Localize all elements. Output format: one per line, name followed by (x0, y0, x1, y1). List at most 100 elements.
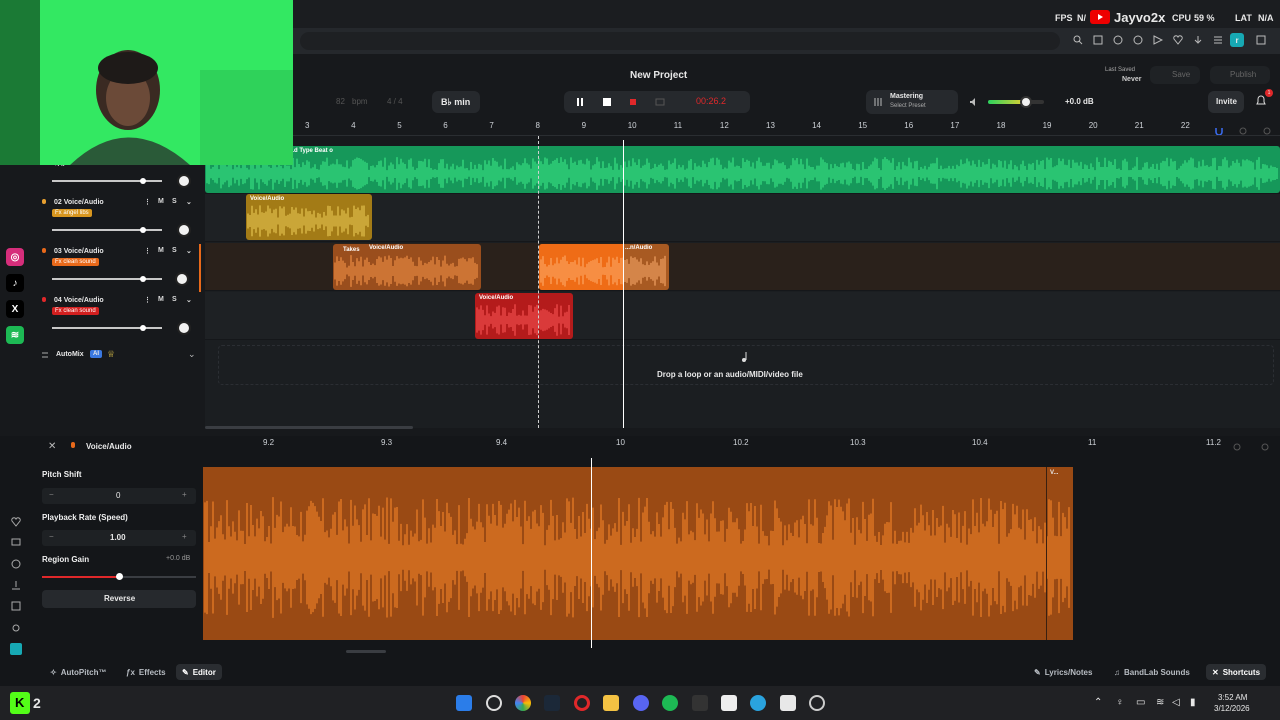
track-04-more-icon[interactable]: ⋮ (144, 296, 151, 304)
tracks-scrollbar[interactable] (205, 426, 413, 429)
track-04-mute-button[interactable]: M (158, 296, 164, 303)
mic-tray-icon[interactable]: ♀ (1116, 697, 1124, 708)
editor-scrollbar[interactable] (346, 650, 386, 653)
volume-icon[interactable]: ◁ (1172, 697, 1180, 708)
chrome-icon[interactable] (515, 695, 531, 711)
discord-icon[interactable] (633, 695, 649, 711)
stop-button[interactable] (601, 96, 613, 108)
track-lane-01[interactable]: ...d Type Beat o (205, 146, 1280, 194)
epic-games-icon[interactable] (692, 695, 708, 711)
track-header-02[interactable]: 02 Voice/Audio Fx angel libs ⋮ M S ⌄ (38, 195, 201, 243)
rate-increase-button[interactable]: + (182, 532, 187, 541)
menu-icon[interactable] (1212, 34, 1224, 46)
zoom-in-icon[interactable] (1262, 126, 1272, 136)
track-lane-03[interactable]: Takes Voice/Audio ...n/Audio (205, 243, 1280, 291)
record-button[interactable] (628, 97, 638, 107)
instagram-icon[interactable]: ◎ (6, 248, 24, 266)
opera-gx-icon[interactable] (574, 695, 590, 711)
publish-button[interactable]: Publish (1210, 66, 1270, 84)
editor-waveform[interactable]: V... (203, 467, 1073, 640)
track-04-fx-badge[interactable]: Fx clean sound (52, 307, 99, 315)
chat-icon[interactable] (10, 537, 22, 549)
pitch-decrease-button[interactable]: − (49, 490, 54, 499)
drop-zone[interactable]: Drop a loop or an audio/MIDI/video file (218, 345, 1274, 385)
track-03-mute-button[interactable]: M (158, 247, 164, 254)
track-03-chevron-icon[interactable]: ⌄ (186, 247, 192, 255)
track-02-solo-button[interactable]: S (172, 198, 177, 205)
tab-effects[interactable]: ƒx Effects (120, 664, 172, 680)
editor-playhead[interactable] (591, 458, 592, 648)
track-01-pan-knob[interactable] (177, 174, 191, 188)
track-01-volume-handle[interactable] (140, 178, 147, 184)
track-02-fx-badge[interactable]: Fx angel libs (52, 209, 92, 217)
time-signature[interactable]: 4 / 4 (387, 97, 403, 106)
track-03-more-icon[interactable]: ⋮ (144, 247, 151, 255)
track-04-chevron-icon[interactable]: ⌄ (186, 296, 192, 304)
clock-date[interactable]: 3/12/2026 (1214, 704, 1250, 713)
app-icon[interactable] (10, 643, 22, 655)
editor-zoom-in-icon[interactable] (1260, 442, 1270, 452)
telegram-icon[interactable] (750, 695, 766, 711)
tab-editor[interactable]: ✎ Editor (176, 664, 222, 680)
download-icon[interactable] (1192, 34, 1204, 46)
spotify-icon[interactable]: ≋ (6, 326, 24, 344)
address-bar[interactable] (300, 32, 1060, 50)
tab-lyrics[interactable]: ✎ Lyrics/Notes (1028, 664, 1098, 680)
tab-autopitch[interactable]: ✧ AutoPitch™ (44, 664, 112, 680)
profile-avatar[interactable]: r (1230, 33, 1244, 47)
tracks-area[interactable]: ...d Type Beat o Voice/Audio Takes Voice… (205, 136, 1280, 429)
magnet-icon[interactable] (1214, 126, 1224, 136)
reverse-button[interactable]: Reverse (42, 590, 196, 608)
bpm-value[interactable]: 82 (336, 97, 345, 106)
mastering-button[interactable]: Mastering Select Preset (866, 90, 958, 114)
track-03-name[interactable]: 03 Voice/Audio (54, 248, 104, 255)
timeline-ruler[interactable]: 3 4 5 6 7 8 9 10 11 12 13 14 15 16 17 18 19 20 21 22 (205, 118, 1280, 136)
clock-time[interactable]: 3:52 AM (1218, 693, 1247, 702)
track-lane-04[interactable]: Voice/Audio (205, 292, 1280, 340)
edit-icon[interactable] (1092, 34, 1104, 46)
voice-region-04[interactable]: Voice/Audio (475, 293, 573, 339)
track-03-volume-handle[interactable] (140, 276, 147, 282)
pause-button[interactable] (574, 96, 586, 108)
track-03-pan-knob[interactable] (175, 272, 189, 286)
loop-button[interactable] (654, 96, 666, 108)
track-header-03[interactable]: 03 Voice/Audio Fx clean sound ⋮ M S ⌄ (38, 244, 201, 292)
close-editor-icon[interactable]: ✕ (48, 441, 56, 452)
track-02-pan-knob[interactable] (177, 223, 191, 237)
heart-icon[interactable] (10, 516, 22, 528)
extension-icon[interactable] (1112, 34, 1124, 46)
settings-icon[interactable] (10, 622, 22, 634)
pitch-increase-button[interactable]: + (182, 490, 187, 499)
steam-icon[interactable] (544, 695, 560, 711)
battery-icon[interactable]: ▮ (1190, 697, 1196, 708)
track-lane-02[interactable]: Voice/Audio (205, 194, 1280, 242)
tray-chevron-icon[interactable]: ⌃ (1094, 697, 1102, 708)
track-04-solo-button[interactable]: S (172, 296, 177, 303)
track-04-pan-knob[interactable] (177, 321, 191, 335)
playhead[interactable] (623, 140, 624, 428)
clock-icon[interactable] (10, 558, 22, 570)
track-03-solo-button[interactable]: S (172, 247, 177, 254)
zoom-icon[interactable] (1072, 34, 1084, 46)
search-icon[interactable] (486, 695, 502, 711)
pitch-shift-stepper[interactable]: − 0 + (42, 488, 196, 504)
file-explorer-icon[interactable] (603, 695, 619, 711)
x-icon[interactable]: X (6, 300, 24, 318)
voice-region-02[interactable]: Voice/Audio (246, 194, 372, 240)
cube-icon[interactable] (1255, 34, 1267, 46)
rate-decrease-button[interactable]: − (49, 532, 54, 541)
track-03-fx-badge[interactable]: Fx clean sound (52, 258, 99, 266)
beat-region[interactable]: ...d Type Beat o (205, 146, 1280, 193)
heart-icon[interactable] (1172, 34, 1184, 46)
region-gain-slider[interactable] (42, 573, 196, 580)
track-04-name[interactable]: 04 Voice/Audio (54, 297, 104, 304)
speaker-icon[interactable] (968, 96, 980, 108)
key-button[interactable]: B♭ min (432, 91, 480, 113)
editor-zoom-out-icon[interactable] (1232, 442, 1242, 452)
master-volume-slider[interactable] (988, 96, 1044, 108)
track-02-chevron-icon[interactable]: ⌄ (186, 198, 192, 206)
editor-ruler[interactable]: 9.2 9.3 9.4 10 10.2 10.3 10.4 11 11.2 (203, 436, 1280, 454)
spotify-taskbar-icon[interactable] (662, 695, 678, 711)
download-icon[interactable] (10, 579, 22, 591)
voice-region-03b[interactable]: ...n/Audio (539, 244, 669, 290)
